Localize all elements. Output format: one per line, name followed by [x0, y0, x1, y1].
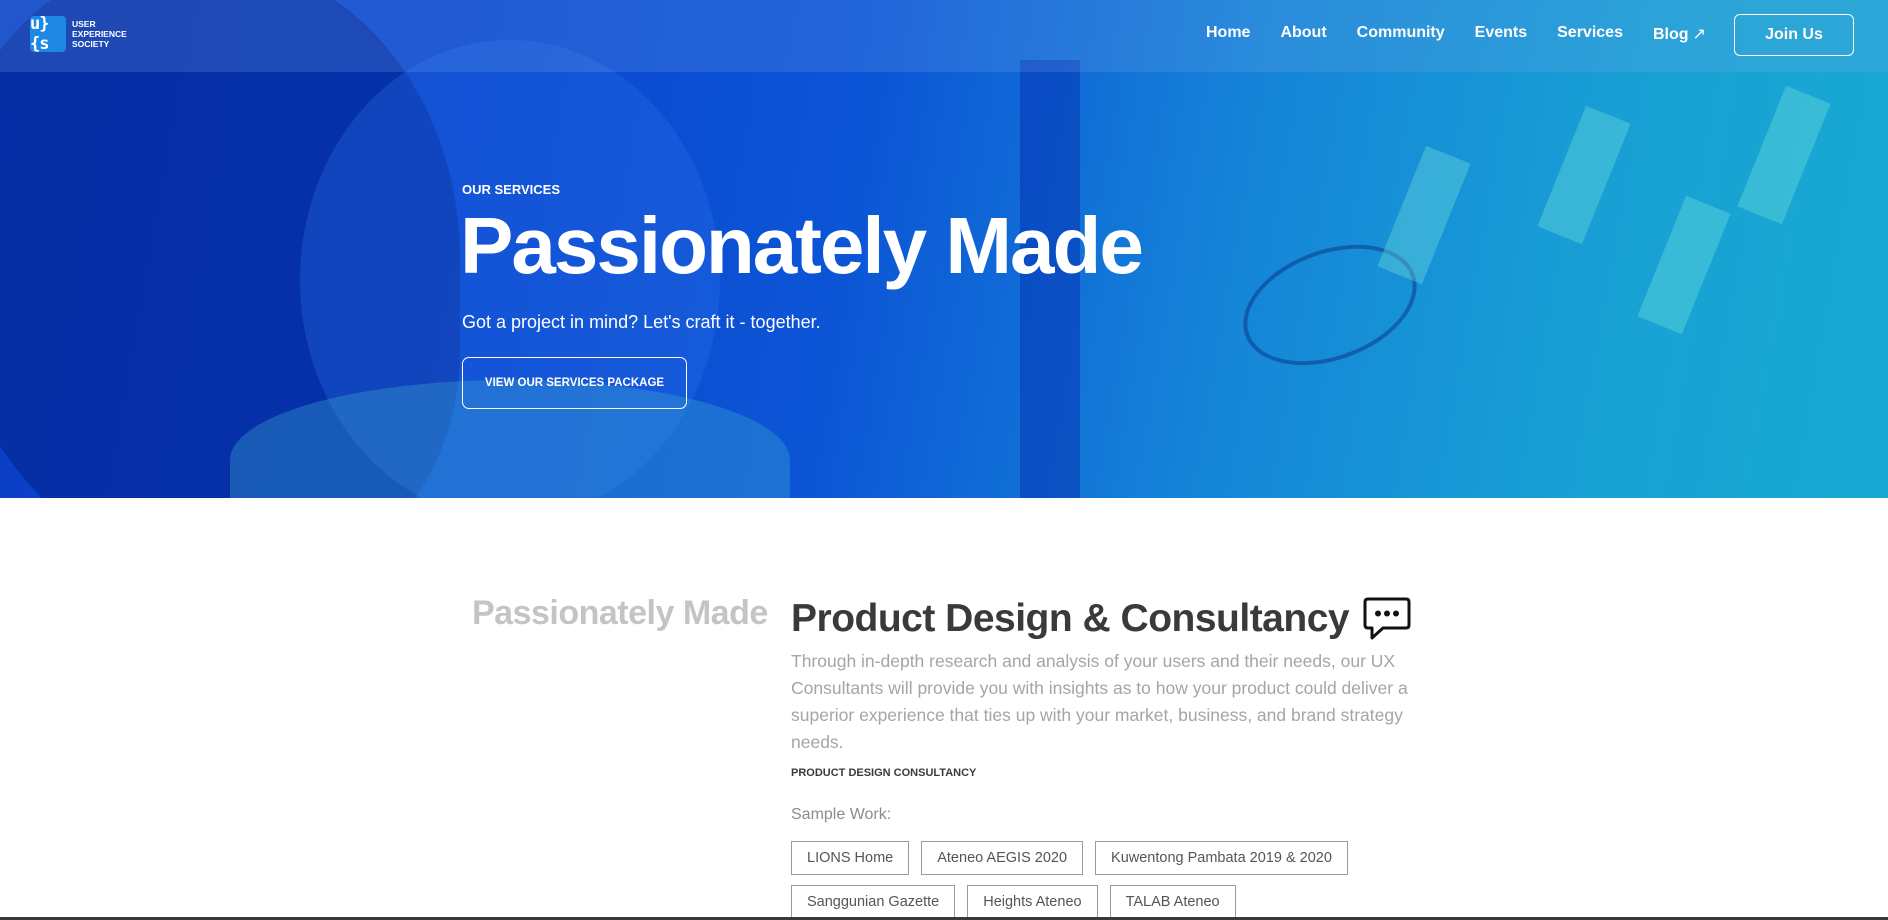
- hero-photo-sticky-note: [1377, 145, 1471, 285]
- nav-label: Home: [1206, 24, 1251, 41]
- nav-label: Blog: [1652, 26, 1689, 43]
- hero-eyebrow: OUR SERVICES: [462, 182, 561, 197]
- sample-work-chip[interactable]: TALAB Ateneo: [1109, 885, 1236, 919]
- hero-photo-sticky-note: [1537, 105, 1631, 245]
- nav-item-services[interactable]: Services: [1557, 24, 1623, 44]
- nav-item-blog[interactable]: Blog ↗: [1653, 24, 1706, 44]
- hero-subtitle: Got a project in mind? Let's craft it - …: [462, 312, 821, 332]
- service-title-row: Product Design & Consultancy: [791, 596, 1411, 642]
- external-link-icon: ↗: [1692, 26, 1706, 43]
- join-us-button[interactable]: Join Us: [1734, 14, 1854, 56]
- sample-work-chip[interactable]: Heights Ateneo: [967, 885, 1098, 919]
- main-nav: Home About Community Events Services Blo…: [1206, 24, 1736, 44]
- hero-title: Passionately Made: [460, 201, 1144, 290]
- logo-line: SOCIETY: [72, 39, 110, 49]
- nav-item-about[interactable]: About: [1280, 24, 1326, 44]
- sample-work-chip[interactable]: Kuwentong Pambata 2019 & 2020: [1095, 841, 1348, 875]
- nav-item-home[interactable]: Home: [1206, 24, 1250, 44]
- service-description: Through in-depth research and analysis o…: [791, 651, 1408, 752]
- sample-work-chip[interactable]: LIONS Home: [791, 841, 910, 875]
- section-side-label: Passionately Made: [472, 594, 768, 632]
- hero-photo-sticky-note: [1737, 85, 1831, 225]
- logo-mark-icon: u}{s: [30, 14, 66, 54]
- hero-photo-sticky-note: [1637, 195, 1731, 335]
- nav-label: About: [1280, 24, 1327, 41]
- top-navigation-bar: u}{s USER EXPERIENCE SOCIETY Home About …: [0, 0, 1888, 72]
- sample-work-chip[interactable]: Sanggunian Gazette: [791, 885, 956, 919]
- nav-item-events[interactable]: Events: [1475, 24, 1527, 44]
- sample-work-list: LIONS Home Ateneo AEGIS 2020 Kuwentong P…: [791, 841, 1391, 919]
- logo-line: EXPERIENCE: [72, 29, 127, 39]
- site-logo[interactable]: u}{s USER EXPERIENCE SOCIETY: [30, 14, 127, 54]
- service-title: Product Design & Consultancy: [791, 597, 1350, 640]
- speech-bubble-icon: [1363, 596, 1411, 642]
- sample-work-chip[interactable]: Ateneo AEGIS 2020: [921, 841, 1084, 875]
- hero-banner: u}{s USER EXPERIENCE SOCIETY Home About …: [0, 0, 1888, 498]
- nav-label: Services: [1557, 24, 1623, 41]
- view-services-package-button[interactable]: VIEW OUR SERVICES PACKAGE: [462, 357, 687, 409]
- nav-label: Events: [1474, 24, 1528, 41]
- logo-line: USER: [72, 19, 96, 29]
- service-tag: PRODUCT DESIGN CONSULTANCY: [791, 767, 977, 779]
- logo-wordmark: USER EXPERIENCE SOCIETY: [72, 19, 127, 49]
- sample-work-label: Sample Work:: [791, 806, 892, 823]
- nav-label: Community: [1356, 24, 1445, 41]
- nav-item-community[interactable]: Community: [1357, 24, 1445, 44]
